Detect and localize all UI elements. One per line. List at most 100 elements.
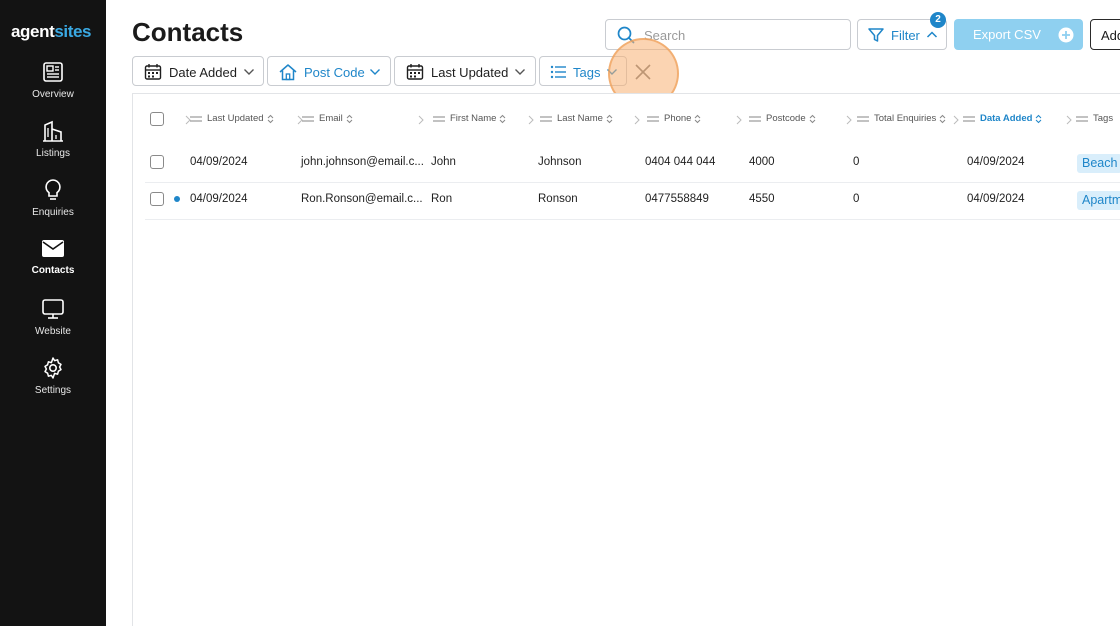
filter-count-badge: 2 xyxy=(930,12,946,28)
cell-phone: 0477558849 xyxy=(645,193,709,205)
drag-handle-icon[interactable] xyxy=(433,115,445,123)
search-icon xyxy=(617,26,635,44)
filter-label: Filter xyxy=(891,28,920,43)
cell-postcode: 4550 xyxy=(749,193,775,205)
tag-badge[interactable]: Beach xyxy=(1077,154,1120,173)
column-header-tags[interactable]: Tags xyxy=(1076,113,1113,127)
cell-total-enquiries: 0 xyxy=(853,193,860,205)
drag-handle-icon[interactable] xyxy=(963,115,975,123)
column-resize-handle[interactable] xyxy=(633,113,641,131)
column-resize-handle[interactable] xyxy=(417,113,425,131)
filter-chip-label: Last Updated xyxy=(431,65,509,80)
drag-handle-icon[interactable] xyxy=(540,115,552,123)
sidebar-item-contacts[interactable]: Contacts xyxy=(0,238,106,276)
cell-total-enquiries: 0 xyxy=(853,156,860,168)
sidebar-item-website[interactable]: Website xyxy=(0,297,106,337)
sidebar-item-label: Enquiries xyxy=(32,207,74,218)
search-box[interactable] xyxy=(605,19,851,50)
chevron-down-icon xyxy=(515,69,525,75)
column-header-last-updated[interactable]: Last Updated xyxy=(190,113,274,127)
search-input[interactable] xyxy=(644,25,844,45)
chevron-down-icon xyxy=(607,69,617,75)
cell-date-added: 04/09/2024 xyxy=(967,156,1025,168)
contacts-table: Last Updated Email First Name Last Name Phon… xyxy=(132,93,1120,626)
cell-email[interactable]: john.johnson@email.c... xyxy=(301,156,424,168)
drag-handle-icon[interactable] xyxy=(302,115,314,123)
drag-handle-icon[interactable] xyxy=(647,115,659,123)
column-resize-handle[interactable] xyxy=(735,113,743,131)
newspaper-icon xyxy=(43,62,63,82)
filter-chip-last-updated[interactable]: Last Updated xyxy=(394,56,536,86)
chevron-down-icon xyxy=(244,69,254,75)
sort-icon[interactable] xyxy=(1035,114,1042,124)
sidebar-item-enquiries[interactable]: Enquiries xyxy=(0,178,106,218)
clear-filters-icon[interactable] xyxy=(632,61,654,83)
sidebar-item-listings[interactable]: Listings xyxy=(0,119,106,159)
cell-first-name: Ron xyxy=(431,193,453,205)
plus-circle-icon xyxy=(1058,27,1074,43)
sort-icon[interactable] xyxy=(267,114,274,124)
sort-icon[interactable] xyxy=(939,114,946,124)
sort-icon[interactable] xyxy=(809,114,816,124)
export-label: Export CSV xyxy=(973,27,1041,42)
sort-icon[interactable] xyxy=(606,114,613,124)
drag-handle-icon[interactable] xyxy=(857,115,869,123)
column-header-email[interactable]: Email xyxy=(302,113,353,127)
sort-icon[interactable] xyxy=(346,114,353,124)
sidebar-item-settings[interactable]: Settings xyxy=(0,356,106,396)
column-header-data-added[interactable]: Data Added xyxy=(963,113,1042,127)
add-contact-button[interactable]: Add xyxy=(1090,19,1120,50)
cell-date-added: 04/09/2024 xyxy=(967,193,1025,205)
column-resize-handle[interactable] xyxy=(527,113,535,131)
funnel-icon xyxy=(868,28,884,42)
cell-postcode: 4000 xyxy=(749,156,775,168)
cell-last-updated: 04/09/2024 xyxy=(190,193,248,205)
drag-handle-icon[interactable] xyxy=(190,115,202,123)
sidebar-item-label: Settings xyxy=(34,385,72,396)
drag-handle-icon[interactable] xyxy=(749,115,761,123)
lightbulb-icon xyxy=(45,179,61,200)
sidebar-item-label: Listings xyxy=(36,148,70,159)
column-resize-handle[interactable] xyxy=(845,113,853,131)
envelope-icon xyxy=(42,240,64,257)
row-checkbox[interactable] xyxy=(150,192,164,206)
cell-last-name: Ronson xyxy=(538,193,578,205)
cell-last-name: Johnson xyxy=(538,156,582,168)
tag-badge[interactable]: Apartm xyxy=(1077,191,1120,210)
filter-chip-label: Date Added xyxy=(169,65,237,80)
column-resize-handle[interactable] xyxy=(952,113,960,131)
filter-chip-label: Post Code xyxy=(304,65,365,80)
sidebar: agentsites Overview Listings Enquiries C… xyxy=(0,0,106,626)
cell-email[interactable]: Ron.Ronson@email.c... xyxy=(301,193,423,205)
row-divider xyxy=(145,182,1120,183)
unread-indicator xyxy=(174,196,180,202)
row-checkbox[interactable] xyxy=(150,155,164,169)
filter-chip-tags[interactable]: Tags xyxy=(539,56,627,86)
gear-icon xyxy=(44,357,62,379)
list-icon xyxy=(550,65,566,79)
drag-handle-icon[interactable] xyxy=(1076,115,1088,123)
column-header-first-name[interactable]: First Name xyxy=(433,113,506,127)
export-csv-button[interactable]: Export CSV xyxy=(954,19,1083,50)
select-all-checkbox[interactable] xyxy=(150,112,164,126)
page-title: Contacts xyxy=(132,17,244,47)
column-header-last-name[interactable]: Last Name xyxy=(540,113,613,127)
column-resize-handle[interactable] xyxy=(1065,113,1073,131)
sort-icon[interactable] xyxy=(499,114,506,124)
sidebar-item-label: Overview xyxy=(32,89,74,100)
column-header-postcode[interactable]: Postcode xyxy=(749,113,816,127)
house-icon xyxy=(279,64,297,81)
cell-first-name: John xyxy=(431,156,456,168)
sort-icon[interactable] xyxy=(694,114,701,124)
column-header-total-enquiries[interactable]: Total Enquiries xyxy=(857,113,946,127)
column-header-phone[interactable]: Phone xyxy=(647,113,701,127)
building-icon xyxy=(43,120,63,142)
app-logo[interactable]: agentsites xyxy=(11,22,91,42)
filter-chip-post-code[interactable]: Post Code xyxy=(267,56,391,86)
filter-chip-date-added[interactable]: Date Added xyxy=(132,56,264,86)
chevron-up-icon xyxy=(926,31,938,38)
calendar-icon xyxy=(406,64,424,80)
chevron-down-icon xyxy=(370,69,380,75)
monitor-icon xyxy=(42,299,64,319)
sidebar-item-overview[interactable]: Overview xyxy=(0,60,106,100)
